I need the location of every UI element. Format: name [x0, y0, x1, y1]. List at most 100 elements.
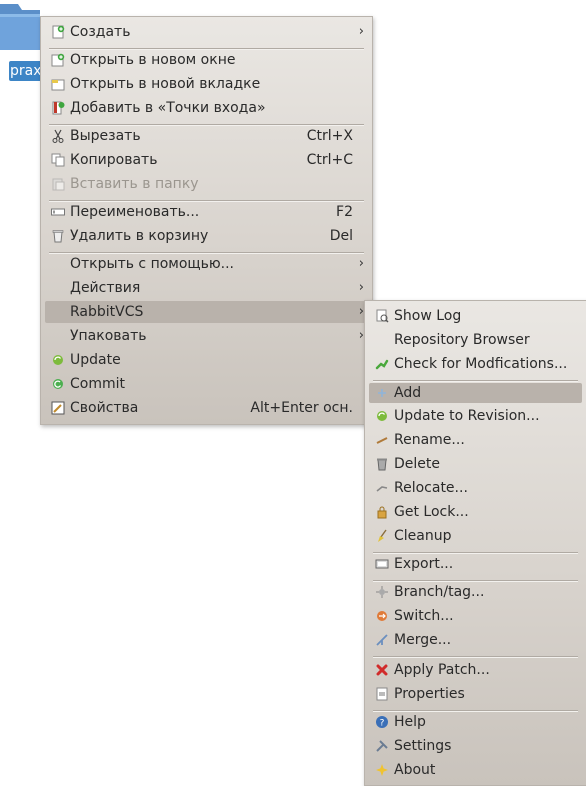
menu-item-label: Свойства: [70, 400, 139, 416]
menu-item-label: Settings: [394, 738, 452, 754]
menu-item-label: Delete: [394, 456, 440, 472]
rename-icon: [51, 205, 65, 219]
menu-item-label: Добавить в «Точки входа»: [70, 100, 266, 116]
menu-item-label: Get Lock...: [394, 504, 469, 520]
menu-item-label: Relocate...: [394, 480, 468, 496]
menu-item-label: Update to Revision...: [394, 408, 540, 424]
menu-item-properties[interactable]: Свойства Alt+Enter осн.: [45, 397, 368, 419]
menu-item-cut[interactable]: Вырезать Ctrl+X: [45, 125, 368, 147]
settings-icon: [375, 739, 389, 753]
add-icon: [375, 386, 389, 400]
paste-icon: [51, 177, 65, 191]
properties-icon: [51, 401, 65, 415]
menu-item-label: Merge...: [394, 632, 452, 648]
menu-item-label: Открыть в новом окне: [70, 52, 236, 68]
properties-doc-icon: [375, 687, 389, 701]
submenu-arrow-icon: ›: [358, 280, 364, 295]
menu-item-branch-tag[interactable]: Branch/tag...: [369, 581, 582, 603]
cleanup-icon: [375, 529, 389, 543]
copy-icon: [51, 153, 65, 167]
menu-item-label: Export...: [394, 556, 454, 572]
menu-item-help[interactable]: ? Help: [369, 711, 582, 733]
menu-item-rabbitvcs[interactable]: RabbitVCS ›: [45, 301, 368, 323]
menu-item-label: Show Log: [394, 308, 462, 324]
menu-item-rename[interactable]: Rename...: [369, 429, 582, 451]
check-modifications-icon: [375, 357, 389, 371]
shortcut-label: Ctrl+C: [306, 152, 353, 168]
help-icon: ?: [375, 715, 389, 729]
apply-patch-icon: [375, 663, 389, 677]
menu-item-label: Копировать: [70, 152, 158, 168]
menu-item-add-bookmark[interactable]: Добавить в «Точки входа»: [45, 97, 368, 119]
new-window-icon: [51, 53, 65, 67]
about-icon: [375, 763, 389, 777]
menu-item-open-with[interactable]: Открыть с помощью... ›: [45, 253, 368, 275]
menu-item-move-to-trash[interactable]: Удалить в корзину Del: [45, 225, 368, 247]
submenu-arrow-icon: ›: [358, 24, 364, 39]
menu-item-add[interactable]: Add: [369, 383, 582, 403]
menu-item-about[interactable]: About: [369, 759, 582, 781]
menu-item-label: Переименовать...: [70, 204, 200, 220]
menu-item-export[interactable]: Export...: [369, 553, 582, 575]
menu-item-label: Apply Patch...: [394, 662, 490, 678]
menu-item-get-lock[interactable]: Get Lock...: [369, 501, 582, 523]
menu-item-rename[interactable]: Переименовать... F2: [45, 201, 368, 223]
menu-item-check-modifications[interactable]: Check for Modfications...: [369, 353, 582, 375]
rabbitvcs-submenu: Show Log Repository Browser Check for Mo…: [364, 300, 586, 786]
commit-icon: [51, 377, 65, 391]
menu-item-copy[interactable]: Копировать Ctrl+C: [45, 149, 368, 171]
menu-item-apply-patch[interactable]: Apply Patch...: [369, 659, 582, 681]
shortcut-label: F2: [336, 204, 353, 220]
rename-pencil-icon: [375, 433, 389, 447]
menu-item-label: Вырезать: [70, 128, 141, 144]
menu-item-label: Cleanup: [394, 528, 452, 544]
shortcut-label: Ctrl+X: [306, 128, 353, 144]
merge-icon: [375, 633, 389, 647]
shortcut-label: Alt+Enter осн.: [250, 400, 353, 416]
menu-item-label: Add: [394, 385, 422, 401]
menu-item-commit[interactable]: Commit: [45, 373, 368, 395]
menu-item-label: About: [394, 762, 436, 778]
menu-item-repository-browser[interactable]: Repository Browser: [369, 329, 582, 351]
menu-item-paste-into-folder: Вставить в папку: [45, 173, 368, 195]
delete-icon: [375, 457, 389, 471]
menu-item-label: Вставить в папку: [70, 176, 199, 192]
menu-item-label: Help: [394, 714, 426, 730]
switch-icon: [375, 609, 389, 623]
menu-item-label: RabbitVCS: [70, 304, 144, 320]
update-icon: [51, 353, 65, 367]
menu-item-cleanup[interactable]: Cleanup: [369, 525, 582, 547]
menu-item-compress[interactable]: Упаковать ›: [45, 325, 368, 347]
menu-item-create[interactable]: Создать ›: [45, 21, 368, 43]
menu-item-delete[interactable]: Delete: [369, 453, 582, 475]
trash-icon: [51, 229, 65, 243]
menu-item-show-log[interactable]: Show Log: [369, 305, 582, 327]
menu-item-update[interactable]: Update: [45, 349, 368, 371]
bookmark-add-icon: [51, 101, 65, 115]
menu-item-actions[interactable]: Действия ›: [45, 277, 368, 299]
menu-item-properties[interactable]: Properties: [369, 683, 582, 705]
menu-item-settings[interactable]: Settings: [369, 735, 582, 757]
menu-item-label: Branch/tag...: [394, 584, 485, 600]
menu-item-open-new-window[interactable]: Открыть в новом окне: [45, 49, 368, 71]
menu-item-label: Удалить в корзину: [70, 228, 209, 244]
update-revision-icon: [375, 409, 389, 423]
lock-icon: [375, 505, 389, 519]
menu-item-label: Rename...: [394, 432, 465, 448]
menu-item-relocate[interactable]: Relocate...: [369, 477, 582, 499]
menu-item-label: Открыть с помощью...: [70, 256, 234, 272]
menu-item-label: Создать: [70, 24, 131, 40]
menu-item-update-to-revision[interactable]: Update to Revision...: [369, 405, 582, 427]
export-icon: [375, 557, 389, 571]
menu-item-label: Упаковать: [70, 328, 147, 344]
show-log-icon: [375, 309, 389, 323]
menu-item-switch[interactable]: Switch...: [369, 605, 582, 627]
menu-item-label: Properties: [394, 686, 465, 702]
menu-item-label: Repository Browser: [394, 332, 530, 348]
branch-icon: [375, 585, 389, 599]
context-menu: Создать › Открыть в новом окне Открыть в…: [40, 16, 373, 425]
menu-item-label: Commit: [70, 376, 125, 392]
menu-item-label: Switch...: [394, 608, 454, 624]
menu-item-merge[interactable]: Merge...: [369, 629, 582, 651]
menu-item-open-new-tab[interactable]: Открыть в новой вкладке: [45, 73, 368, 95]
